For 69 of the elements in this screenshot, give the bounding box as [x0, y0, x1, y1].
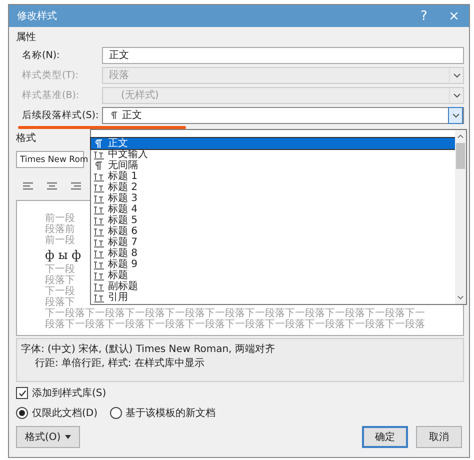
list-item[interactable]: 标题	[91, 270, 455, 281]
checkbox[interactable]	[16, 387, 28, 399]
radio-label: 基于该模板的新文档	[126, 406, 216, 420]
linked-style-icon	[93, 238, 105, 248]
linked-style-icon	[93, 150, 105, 160]
linked-style-icon	[93, 282, 105, 292]
linked-style-icon	[93, 260, 105, 270]
scroll-down-icon[interactable]	[457, 295, 464, 300]
preview-text: 下一段	[45, 264, 75, 275]
paragraph-icon	[93, 138, 105, 148]
align-icon[interactable]	[22, 181, 34, 191]
list-item[interactable]: 无间隔	[91, 160, 455, 171]
linked-style-icon	[93, 182, 105, 192]
preview-text: 下一段	[45, 286, 75, 297]
list-item[interactable]: 标题 1	[91, 171, 455, 182]
list-item[interactable]: 标题 5	[91, 215, 455, 226]
preview-text: 段落下	[45, 297, 75, 308]
description-text: 字体: (中文) 宋体, (默认) Times New Roman, 两端对齐	[21, 342, 276, 356]
checkbox-label: 添加到样式库(S)	[32, 386, 106, 400]
scrollbar[interactable]	[455, 130, 466, 304]
list-item[interactable]: 标题 9	[91, 259, 455, 270]
cancel-button[interactable]: 取消	[416, 426, 462, 448]
align-icon[interactable]	[46, 181, 58, 191]
linked-style-icon	[93, 204, 105, 214]
list-item[interactable]: 标题 4	[91, 204, 455, 215]
caret-icon[interactable]	[448, 106, 463, 124]
list-item[interactable]: 引用	[91, 292, 455, 303]
caret-icon	[64, 435, 71, 440]
preview-text: 下一段落下一段落下一段落下一段落下一段落下一段落下一段落下一段落下一段落下一	[45, 308, 425, 319]
sample-text: ф ы ф	[45, 247, 81, 264]
linked-style-icon	[93, 194, 105, 204]
align-icon[interactable]	[70, 181, 82, 191]
radio-button[interactable]	[16, 407, 28, 419]
input-field[interactable]: 正文	[102, 46, 464, 64]
preview-text: 前一段	[45, 213, 75, 224]
description-text: 行距: 单倍行距, 样式: 在样式库中显示	[34, 356, 206, 370]
preview-text: 前一段	[45, 235, 75, 246]
section-label: 属性	[16, 30, 36, 45]
field-label: 样式基准(B):	[22, 88, 80, 102]
linked-style-icon	[93, 292, 105, 302]
linked-style-icon	[93, 172, 105, 182]
field-label: 名称(N):	[22, 48, 61, 62]
scrollbar-thumb[interactable]	[456, 143, 465, 169]
section-label: 格式	[16, 132, 36, 146]
linked-style-icon	[93, 270, 105, 280]
list-item[interactable]: 标题 7	[91, 237, 455, 248]
field-label: 后续段落样式(S):	[22, 108, 100, 122]
format-button[interactable]: 格式(O)	[16, 426, 80, 448]
preview-text: 段落前	[45, 224, 75, 235]
list-item[interactable]: 标题 3	[91, 193, 455, 204]
radio-label: 仅限此文档(D)	[32, 406, 98, 420]
paragraph-icon	[93, 160, 105, 170]
ok-button[interactable]: 确定	[362, 426, 408, 448]
list-item[interactable]: 标题 2	[91, 182, 455, 193]
window-title: 修改样式	[17, 10, 58, 23]
scroll-up-icon[interactable]	[457, 134, 464, 139]
linked-style-icon	[93, 216, 105, 226]
list-item[interactable]: 标题 6	[91, 226, 455, 237]
radio-button[interactable]	[110, 407, 122, 419]
preview-text: 段落下一段落下一段落下一段落下一段落下一段落下一段落下一段落下一段落下一段落	[45, 319, 425, 330]
list-item[interactable]: 标题 8	[91, 248, 455, 259]
linked-style-icon	[93, 226, 105, 236]
linked-style-icon	[93, 248, 105, 258]
dropdown-field[interactable]: 正文	[102, 106, 464, 124]
paragraph-icon	[111, 110, 118, 120]
preview-text: 段落下	[45, 275, 75, 286]
list-item[interactable]: 副标题	[91, 281, 455, 292]
field-label: 样式类型(T):	[22, 68, 80, 82]
list-item[interactable]: 正文	[91, 138, 455, 149]
